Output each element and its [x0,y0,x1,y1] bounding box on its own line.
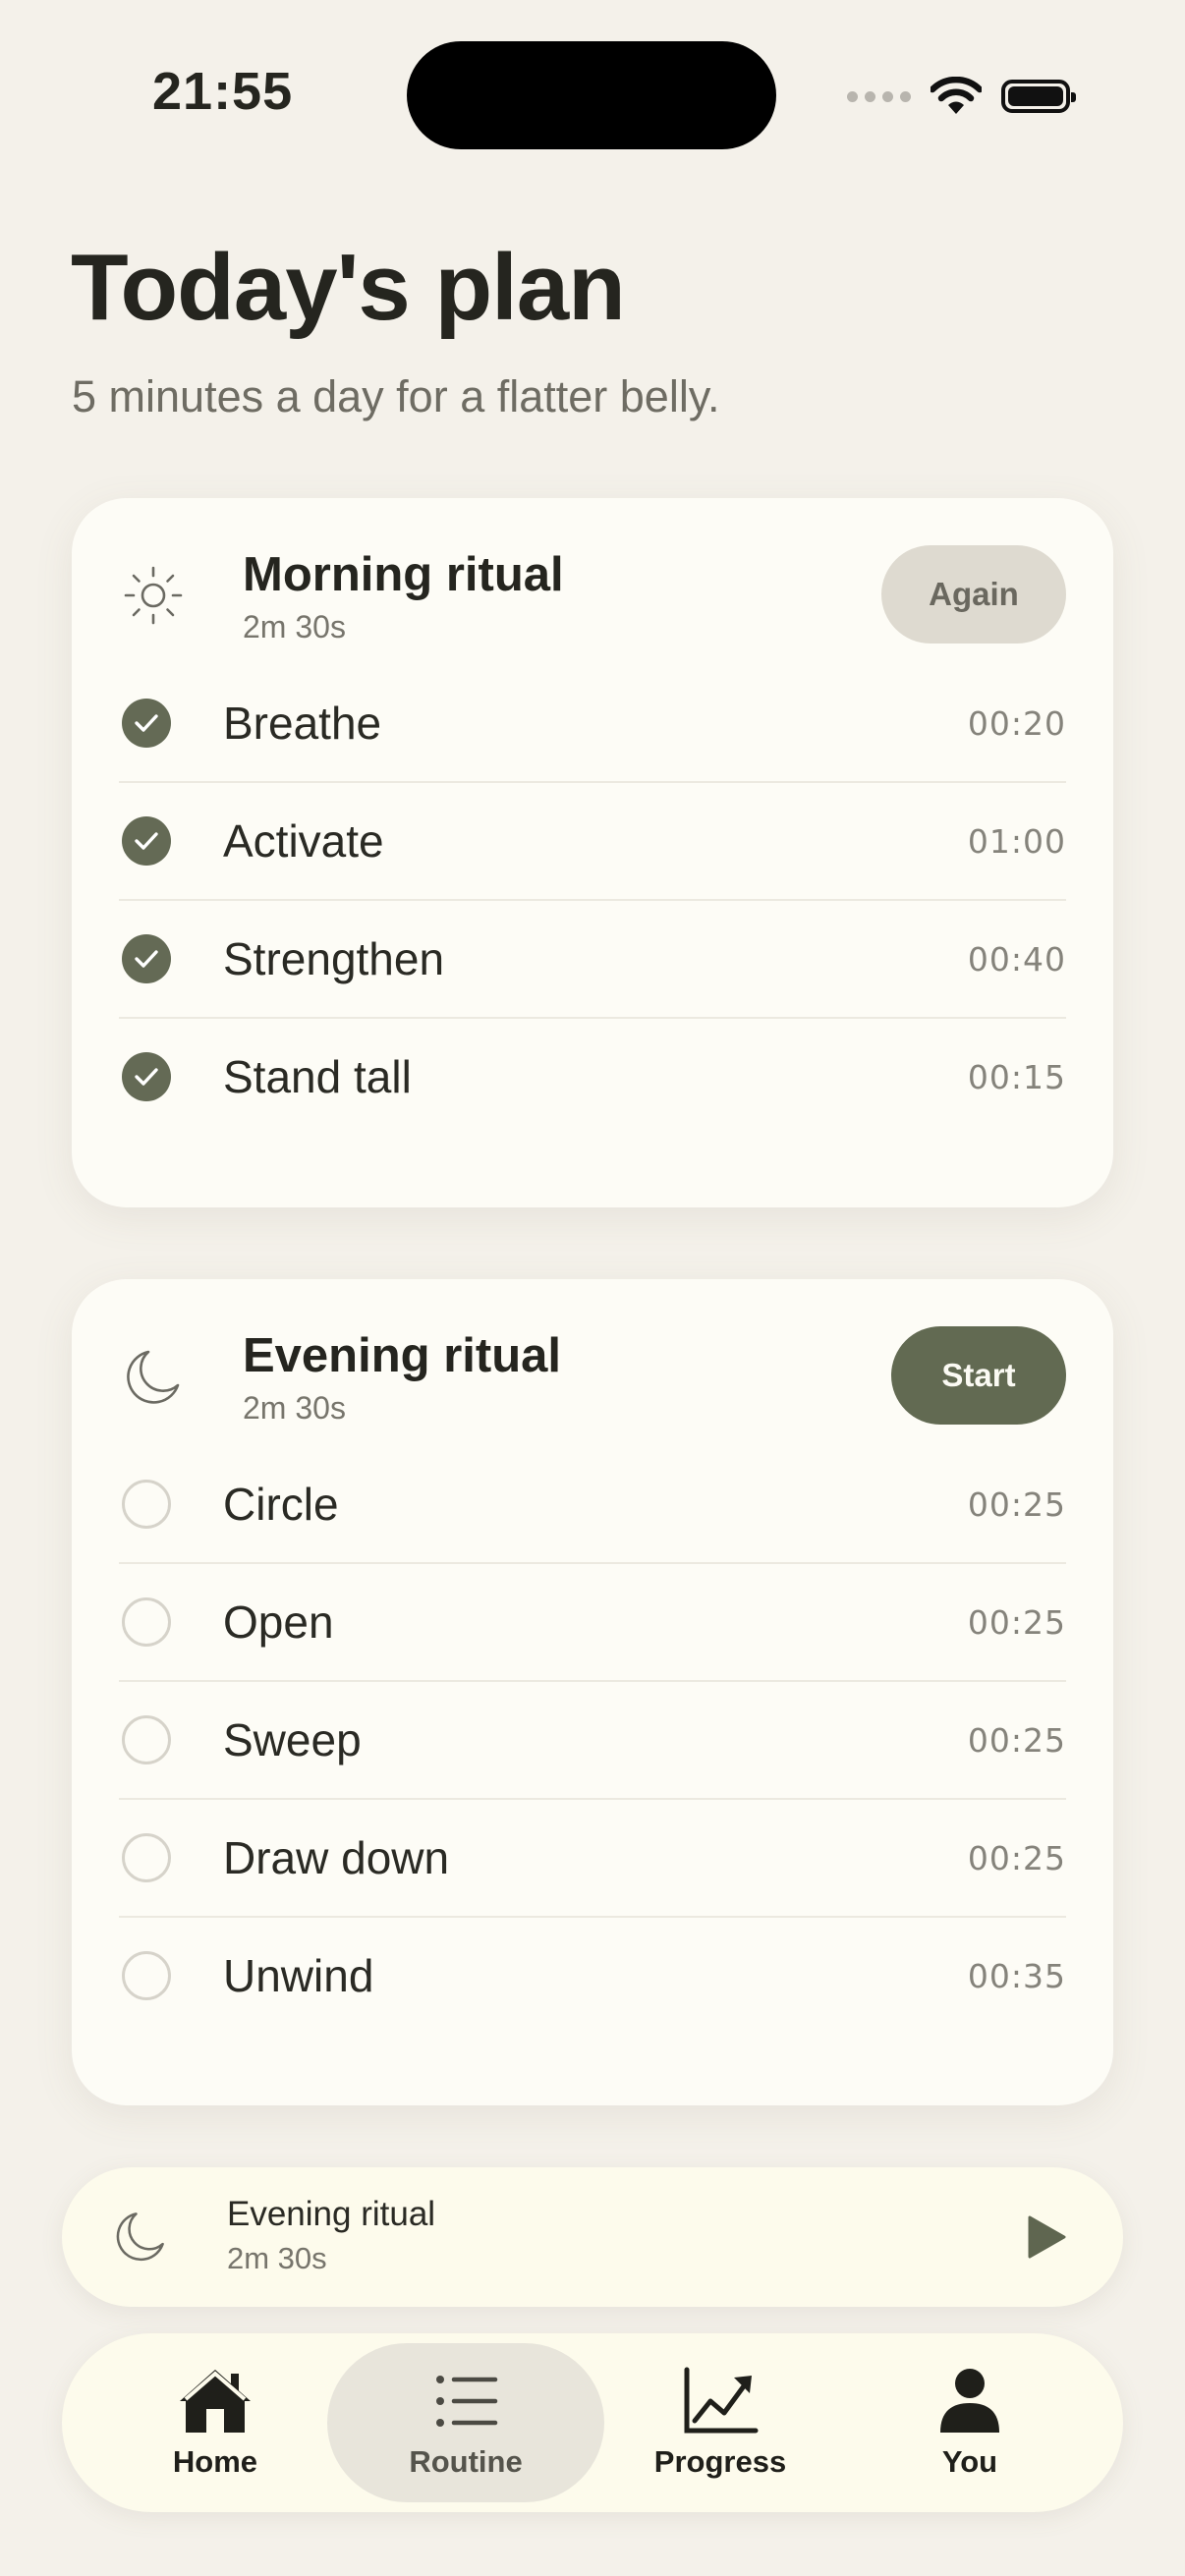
step-name: Stand tall [223,1051,412,1102]
step-time: 00:35 [967,1956,1066,1995]
step-name: Activate [223,815,384,867]
mini-player[interactable]: Evening ritual 2m 30s [62,2167,1123,2307]
play-button[interactable] [1007,2201,1080,2273]
unchecked-circle-icon[interactable] [122,1597,171,1647]
page-subtitle: 5 minutes a day for a flatter belly. [72,371,720,421]
evening-ritual-card: Evening ritual 2m 30s Start Circle 00:25… [72,1279,1113,2105]
evening-step-list: Circle 00:25 Open 00:25 Sweep 00:25 Draw… [119,1446,1066,2034]
tab-bar: Home Routine Progress You [62,2333,1123,2512]
checked-icon[interactable] [122,816,171,866]
unchecked-circle-icon[interactable] [122,1715,171,1764]
status-time: 21:55 [152,62,294,121]
step-row[interactable]: Unwind 00:35 [119,1918,1066,2034]
player-duration: 2m 30s [227,2241,327,2275]
start-button[interactable]: Start [891,1326,1066,1425]
wifi-icon [931,77,982,114]
moon-icon [116,2212,164,2262]
card-duration: 2m 30s [243,609,346,644]
unchecked-circle-icon[interactable] [122,1951,171,2000]
signal-icon [847,90,911,102]
checked-icon[interactable] [122,1052,171,1101]
tab-you[interactable]: You [831,2343,1108,2502]
unchecked-circle-icon[interactable] [122,1480,171,1529]
again-button[interactable]: Again [881,545,1066,644]
step-name: Sweep [223,1714,362,1765]
step-name: Unwind [223,1950,374,2001]
sun-icon [124,566,183,625]
step-time: 01:00 [967,821,1066,861]
step-time: 00:15 [967,1057,1066,1096]
page-title: Today's plan [71,235,626,340]
step-name: Circle [223,1479,339,1530]
step-row[interactable]: Sweep 00:25 [119,1682,1066,1800]
step-name: Open [223,1596,334,1648]
step-row[interactable]: Draw down 00:25 [119,1800,1066,1918]
dynamic-island [407,41,776,149]
step-name: Strengthen [223,933,445,984]
status-indicators [847,69,1076,124]
step-time: 00:25 [967,1838,1066,1877]
tab-progress[interactable]: Progress [582,2343,859,2502]
step-row[interactable]: Breathe 00:20 [119,665,1066,783]
step-row[interactable]: Strengthen 00:40 [119,901,1066,1019]
morning-step-list: Breathe 00:20 Activate 01:00 Strengthen … [119,665,1066,1135]
chart-icon [684,2367,759,2434]
card-duration: 2m 30s [243,1390,346,1426]
tab-home[interactable]: Home [77,2343,354,2502]
person-icon [940,2369,999,2433]
step-row[interactable]: Activate 01:00 [119,783,1066,901]
checked-icon[interactable] [122,934,171,983]
step-row[interactable]: Stand tall 00:15 [119,1019,1066,1135]
step-name: Breathe [223,698,382,749]
step-time: 00:25 [967,1484,1066,1524]
step-time: 00:25 [967,1602,1066,1642]
list-icon [436,2376,498,2427]
tab-label: Progress [653,2444,787,2479]
step-row[interactable]: Circle 00:25 [119,1446,1066,1564]
morning-ritual-card: Morning ritual 2m 30s Again Breathe 00:2… [72,498,1113,1207]
moon-icon [127,1350,180,1404]
step-name: Draw down [223,1832,450,1883]
tab-label: Routine [409,2444,523,2479]
tab-routine[interactable]: Routine [327,2343,604,2502]
home-icon [180,2370,251,2433]
card-title: Evening ritual [243,1329,562,1382]
step-time: 00:40 [967,939,1066,979]
player-title: Evening ritual [227,2195,436,2233]
tab-label: You [941,2444,998,2479]
step-time: 00:25 [967,1720,1066,1760]
checked-icon[interactable] [122,699,171,748]
card-title: Morning ritual [243,548,564,601]
battery-icon [1001,80,1076,113]
unchecked-circle-icon[interactable] [122,1833,171,1882]
play-icon [1028,2215,1066,2259]
tab-label: Home [172,2444,258,2479]
step-time: 00:20 [967,703,1066,743]
step-row[interactable]: Open 00:25 [119,1564,1066,1682]
